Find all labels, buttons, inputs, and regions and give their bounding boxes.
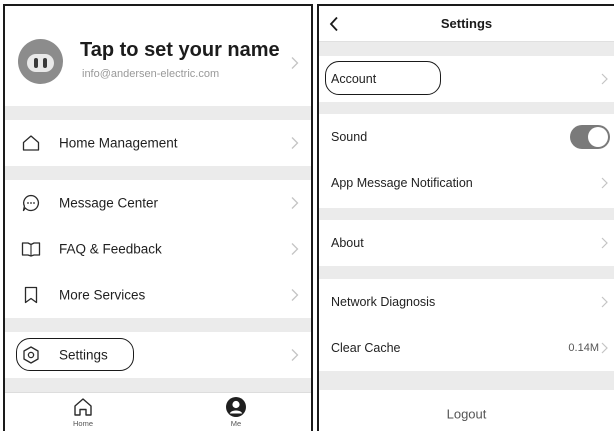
chevron-right-icon	[601, 73, 608, 85]
settings-item-label: App Message Notification	[331, 176, 473, 190]
chevron-right-icon	[601, 177, 608, 189]
settings-highlight-outline	[16, 338, 134, 371]
settings-item-app-message-notification[interactable]: App Message Notification	[319, 160, 614, 206]
user-circle-icon	[226, 397, 246, 417]
tab-label: Me	[230, 419, 242, 428]
settings-item-label: About	[331, 236, 364, 250]
profile-header[interactable]: Tap to set your name info@andersen-elect…	[5, 6, 311, 106]
bookmark-icon	[24, 286, 38, 304]
logout-button[interactable]: Logout	[319, 390, 614, 431]
menu-item-label: More Services	[59, 287, 146, 303]
settings-item-sound: Sound	[319, 114, 614, 160]
settings-group: Network Diagnosis Clear Cache 0.14M	[319, 279, 614, 371]
chevron-right-icon	[601, 296, 608, 308]
house-icon	[74, 398, 92, 416]
account-highlight-outline	[325, 61, 441, 95]
settings-item-label: Clear Cache	[331, 341, 401, 355]
page-title: Settings	[440, 16, 493, 31]
menu-item-message-center[interactable]: Message Center	[5, 180, 311, 226]
chevron-right-icon	[291, 57, 299, 69]
tab-label: Home	[72, 419, 93, 428]
settings-item-clear-cache[interactable]: Clear Cache 0.14M	[319, 325, 614, 371]
menu-item-faq-feedback[interactable]: FAQ & Feedback	[5, 226, 311, 272]
settings-screen: Settings Account Sound App Message Notif…	[317, 4, 614, 431]
open-book-icon	[21, 242, 41, 257]
profile-name[interactable]: Tap to set your name	[80, 39, 280, 62]
chevron-right-icon	[601, 237, 608, 249]
me-screen: Tap to set your name info@andersen-elect…	[3, 4, 313, 431]
cache-size-value: 0.14M	[568, 342, 599, 354]
house-outline-icon	[22, 135, 40, 151]
tab-me[interactable]: Me	[216, 396, 256, 428]
settings-group: Sound App Message Notification	[319, 114, 614, 208]
profile-email: info@andersen-electric.com	[82, 68, 220, 80]
chevron-right-icon	[601, 342, 608, 354]
robot-avatar-icon[interactable]	[18, 39, 63, 84]
sound-toggle[interactable]	[570, 125, 610, 149]
nav-header: Settings	[319, 6, 614, 42]
chevron-right-icon	[291, 349, 299, 361]
menu-item-home-management[interactable]: Home Management	[5, 120, 311, 166]
menu-item-label: FAQ & Feedback	[59, 241, 162, 257]
settings-item-about[interactable]: About	[319, 220, 614, 266]
chevron-right-icon	[291, 137, 299, 149]
chevron-right-icon	[291, 289, 299, 301]
tab-home[interactable]: Home	[63, 396, 103, 428]
menu-item-more-services[interactable]: More Services	[5, 272, 311, 318]
settings-item-label: Network Diagnosis	[331, 295, 436, 309]
chevron-right-icon	[291, 197, 299, 209]
menu-group: Message Center FAQ & Feedback More Servi…	[5, 180, 311, 318]
menu-item-label: Home Management	[59, 135, 178, 151]
logout-label: Logout	[446, 406, 487, 421]
chat-bubble-icon	[22, 194, 39, 212]
settings-item-network-diagnosis[interactable]: Network Diagnosis	[319, 279, 614, 325]
menu-item-label: Message Center	[59, 195, 159, 211]
chevron-right-icon	[291, 243, 299, 255]
settings-item-label: Sound	[331, 130, 368, 144]
tab-bar: Home Me	[5, 392, 311, 431]
